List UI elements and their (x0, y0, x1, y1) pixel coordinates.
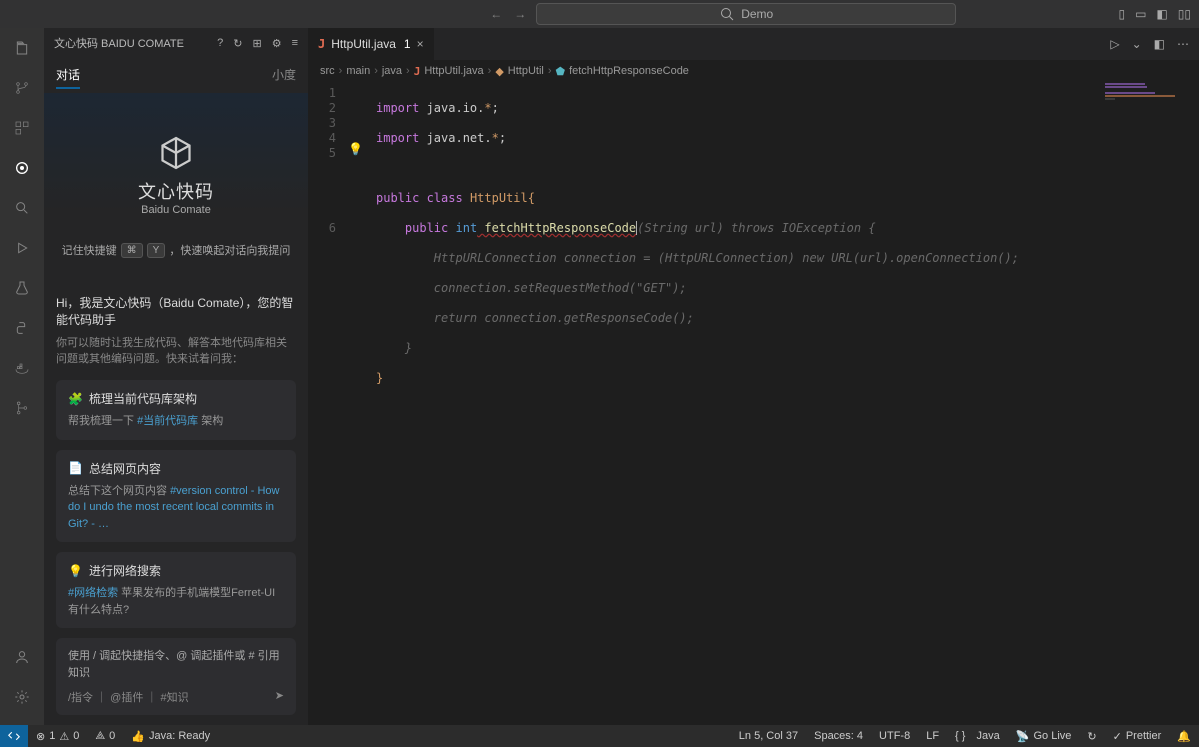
class-icon: ◆ (495, 65, 503, 78)
test-icon[interactable] (10, 276, 34, 300)
shortcut-hint: 记住快捷键 ⌘ Y ，快速唤起对话向我提问 (56, 242, 296, 258)
language-indicator[interactable]: { } Java (947, 730, 1008, 742)
problems-indicator[interactable]: ⊗1 ⚠0 (28, 725, 87, 747)
editor-area: J HttpUtil.java 1 × ▷ ⌄ ◧ ⋯ src› main› j… (308, 28, 1199, 725)
method-icon: ⬟ (556, 65, 566, 78)
line-gutter: 123 45 6 (308, 82, 348, 725)
broadcast-icon: 📡 (1016, 730, 1030, 743)
explorer-icon[interactable] (10, 36, 34, 60)
close-icon[interactable]: × (417, 37, 424, 51)
branch-icon[interactable] (10, 76, 34, 100)
java-file-icon: J (414, 65, 421, 78)
breadcrumbs[interactable]: src› main› java› J HttpUtil.java› ◆ Http… (308, 60, 1199, 82)
tab-small[interactable]: 小度 (272, 66, 296, 89)
chat-input[interactable]: 使用 / 调起快捷指令、@ 调起插件或 # 引用知识 /指令 ｜ @插件 ｜ #… (56, 638, 296, 715)
puzzle-icon: 🧩 (68, 392, 83, 406)
greeting-sub: 你可以随时让我生成代码、解答本地代码库相关问题或其他编码问题。快来试着问我： (56, 334, 296, 366)
minimap[interactable] (1099, 82, 1199, 725)
run-file-icon[interactable]: ▷ (1110, 37, 1119, 51)
layout-secondary-icon[interactable]: ◧ (1156, 7, 1167, 21)
refresh-icon[interactable]: ↻ (233, 37, 242, 50)
tab-bar: J HttpUtil.java 1 × ▷ ⌄ ◧ ⋯ (308, 28, 1199, 60)
bulb-icon: 💡 (68, 564, 83, 578)
comate-logo-icon (158, 135, 194, 171)
split-icon[interactable]: ◧ (1154, 37, 1165, 51)
sidebar-title: 文心快码 BAIDU COMATE (54, 35, 184, 51)
indent-indicator[interactable]: Spaces: 4 (806, 730, 871, 742)
layout-customize-icon[interactable]: ▯▯ (1178, 7, 1191, 21)
extensions-icon[interactable] (10, 116, 34, 140)
editor-body[interactable]: 123 45 6 💡 import java.io.*; import java… (308, 82, 1199, 725)
new-chat-icon[interactable]: ⊞ (252, 37, 261, 50)
go-live[interactable]: 📡Go Live (1008, 730, 1080, 743)
suggestion-card[interactable]: 🧩梳理当前代码库架构 帮我梳理一下 #当前代码库 架构 (56, 380, 296, 440)
help-icon[interactable]: ? (217, 37, 223, 50)
nav-back-icon[interactable]: ← (490, 7, 502, 21)
more-icon[interactable]: ⋯ (1177, 37, 1189, 51)
thumbs-up-icon: 👍 (131, 730, 145, 743)
java-status[interactable]: 👍Java: Ready (123, 725, 218, 747)
comate-logo: 文心快码 Baidu Comate (56, 105, 296, 226)
prettier-status[interactable]: ✓Prettier (1105, 730, 1170, 743)
remote-indicator[interactable] (0, 725, 28, 747)
menu-icon[interactable]: ≡ (292, 37, 298, 50)
chevron-down-icon[interactable]: ⌄ (1132, 37, 1142, 51)
greeting: Hi，我是文心快码（Baidu Comate），您的智能代码助手 (56, 294, 296, 328)
encoding-indicator[interactable]: UTF-8 (871, 730, 918, 742)
sidebar: 文心快码 BAIDU COMATE ? ↻ ⊞ ⚙ ≡ 对话 小度 文心快码 B… (44, 28, 308, 725)
suggestion-card[interactable]: 📄总结网页内容 总结下这个网页内容 #version control - How… (56, 450, 296, 543)
scm-icon[interactable] (10, 396, 34, 420)
account-icon[interactable] (10, 645, 34, 669)
settings-icon[interactable] (10, 685, 34, 709)
page-icon: 📄 (68, 461, 83, 475)
lightbulb-icon[interactable]: 💡 (348, 142, 368, 157)
suggestion-card[interactable]: 💡进行网络搜索 #网络检索 苹果发布的手机端模型Ferret-UI有什么特点? (56, 552, 296, 628)
send-icon[interactable]: ➤ (275, 689, 284, 705)
sync-icon[interactable]: ↻ (1079, 730, 1104, 743)
run-icon[interactable] (10, 236, 34, 260)
activity-bar (0, 28, 44, 725)
status-bar: ⊗1 ⚠0 ⟁0 👍Java: Ready Ln 5, Col 37 Space… (0, 725, 1199, 747)
ports-indicator[interactable]: ⟁0 (87, 725, 123, 747)
editor-tab[interactable]: J HttpUtil.java 1 × (308, 28, 435, 60)
remote-icon (8, 730, 20, 742)
gear-icon[interactable]: ⚙ (272, 37, 282, 50)
docker-icon[interactable] (10, 356, 34, 380)
warning-icon: ⚠ (59, 730, 69, 743)
radio-icon: ⟁ (95, 730, 105, 743)
python-icon[interactable] (10, 316, 34, 340)
bell-icon[interactable]: 🔔 (1169, 730, 1199, 743)
search-activity-icon[interactable] (10, 196, 34, 220)
eol-indicator[interactable]: LF (918, 730, 947, 742)
title-bar: ← → Demo ▯ ▭ ◧ ▯▯ (0, 0, 1199, 28)
error-icon: ⊗ (36, 730, 45, 743)
comate-icon[interactable] (10, 156, 34, 180)
java-file-icon: J (318, 37, 325, 51)
layout-panel-icon[interactable]: ▭ (1135, 7, 1146, 21)
search-icon (719, 6, 735, 22)
layout-primary-icon[interactable]: ▯ (1118, 7, 1125, 21)
cursor-position[interactable]: Ln 5, Col 37 (731, 730, 806, 742)
command-center[interactable]: Demo (536, 3, 956, 25)
tab-chat[interactable]: 对话 (56, 66, 80, 89)
nav-forward-icon[interactable]: → (514, 7, 526, 21)
check-icon: ✓ (1113, 730, 1122, 743)
